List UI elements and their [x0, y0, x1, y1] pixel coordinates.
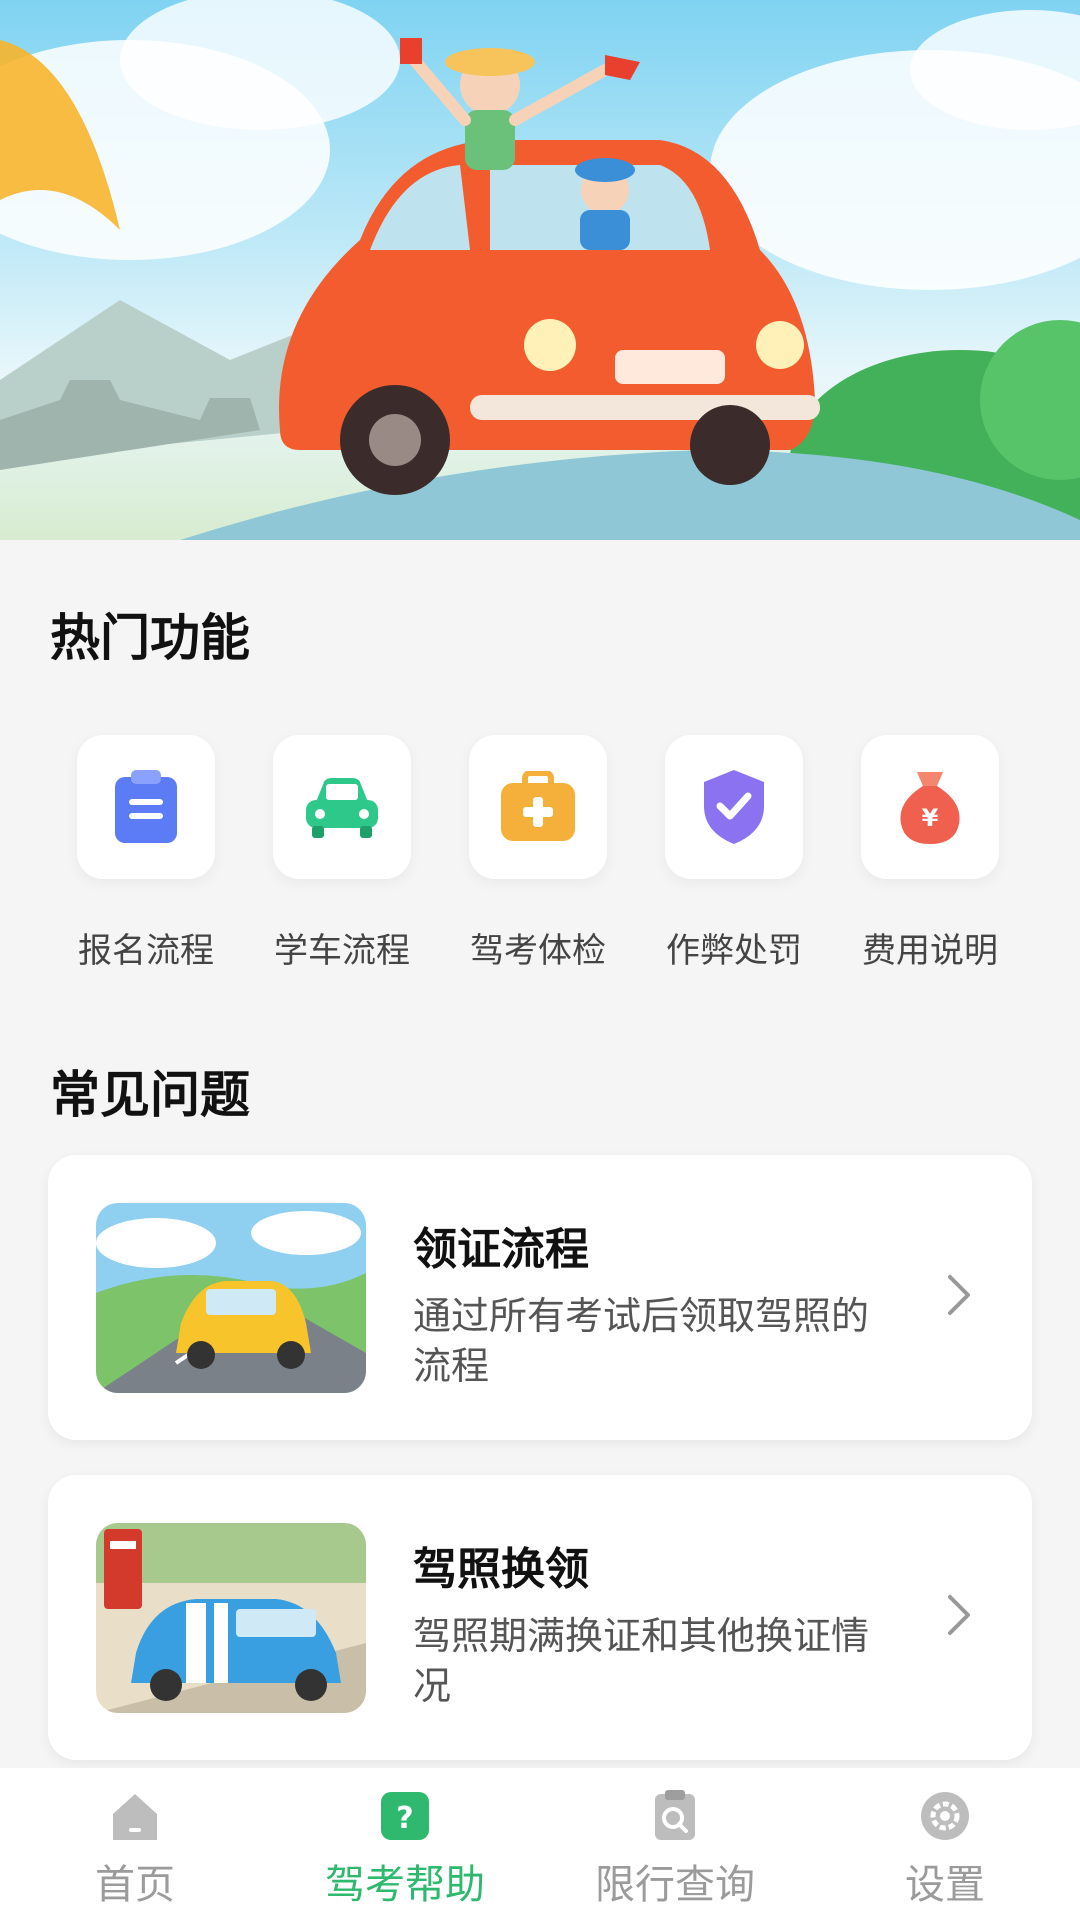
- feature-label: 费用说明: [862, 931, 998, 971]
- nav-exam-help[interactable]: ? 驾考帮助: [270, 1768, 540, 1920]
- faq-card-license-renewal[interactable]: 驾照换领 驾照期满换证和其他换证情况: [48, 1475, 1032, 1760]
- clipboard-icon: [115, 770, 177, 843]
- faq-title: 常见问题: [50, 1066, 250, 1124]
- home-icon: [113, 1794, 157, 1840]
- feature-label: 作弊处罚: [666, 931, 802, 971]
- bottom-nav: 首页 ? 驾考帮助 限行查询 设置: [0, 1768, 1080, 1920]
- feature-tile[interactable]: ¥: [861, 735, 999, 879]
- feature-tile[interactable]: [665, 735, 803, 879]
- hero-banner: [0, 0, 1080, 540]
- faq-thumbnail: [96, 1203, 366, 1393]
- faq-card-desc: 通过所有考试后领取驾照的流程: [413, 1294, 870, 1388]
- chevron-right-icon: [948, 1595, 970, 1635]
- faq-card-title: 驾照换领: [413, 1544, 589, 1595]
- nav-label: 驾考帮助: [325, 1862, 485, 1908]
- help-icon: ?: [381, 1792, 429, 1840]
- car-icon: [306, 778, 378, 838]
- medical-kit-icon: [501, 771, 575, 841]
- svg-text:¥: ¥: [922, 804, 939, 832]
- nav-label: 限行查询: [595, 1862, 755, 1908]
- feature-label: 学车流程: [274, 931, 410, 971]
- faq-card-title: 领证流程: [413, 1224, 589, 1275]
- nav-restriction-query[interactable]: 限行查询: [540, 1768, 810, 1920]
- faq-thumbnail: [96, 1523, 366, 1713]
- feature-learning-process[interactable]: 学车流程: [244, 735, 440, 975]
- search-clipboard-icon: [655, 1790, 695, 1840]
- banner-illustration: [0, 0, 1080, 540]
- blue-car-illustration: [96, 1523, 366, 1713]
- feature-label: 驾考体检: [470, 931, 606, 971]
- feature-tile[interactable]: [273, 735, 411, 879]
- feature-cheating-penalty[interactable]: 作弊处罚: [636, 735, 832, 975]
- svg-text:?: ?: [396, 1801, 413, 1836]
- nav-settings[interactable]: 设置: [810, 1768, 1080, 1920]
- nav-label: 设置: [905, 1862, 985, 1908]
- chevron-right-icon: [948, 1275, 970, 1315]
- feature-tile[interactable]: [469, 735, 607, 879]
- feature-label: 报名流程: [78, 931, 214, 971]
- feature-grid: 报名流程 学车流程 驾考体检 作弊处罚 ¥ 费用说明: [0, 735, 1080, 975]
- hot-features-title: 热门功能: [50, 609, 250, 667]
- money-bag-icon: ¥: [900, 772, 960, 844]
- feature-fee-info[interactable]: ¥ 费用说明: [832, 735, 1028, 975]
- shield-check-icon: [704, 770, 764, 844]
- feature-medical-exam[interactable]: 驾考体检: [440, 735, 636, 975]
- nav-label: 首页: [95, 1862, 175, 1908]
- yellow-car-illustration: [96, 1203, 366, 1393]
- feature-tile[interactable]: [77, 735, 215, 879]
- faq-card-license-process[interactable]: 领证流程 通过所有考试后领取驾照的流程: [48, 1155, 1032, 1440]
- nav-home[interactable]: 首页: [0, 1768, 270, 1920]
- feature-signup-process[interactable]: 报名流程: [48, 735, 244, 975]
- gear-icon: [921, 1792, 969, 1840]
- faq-card-desc: 驾照期满换证和其他换证情况: [413, 1614, 870, 1708]
